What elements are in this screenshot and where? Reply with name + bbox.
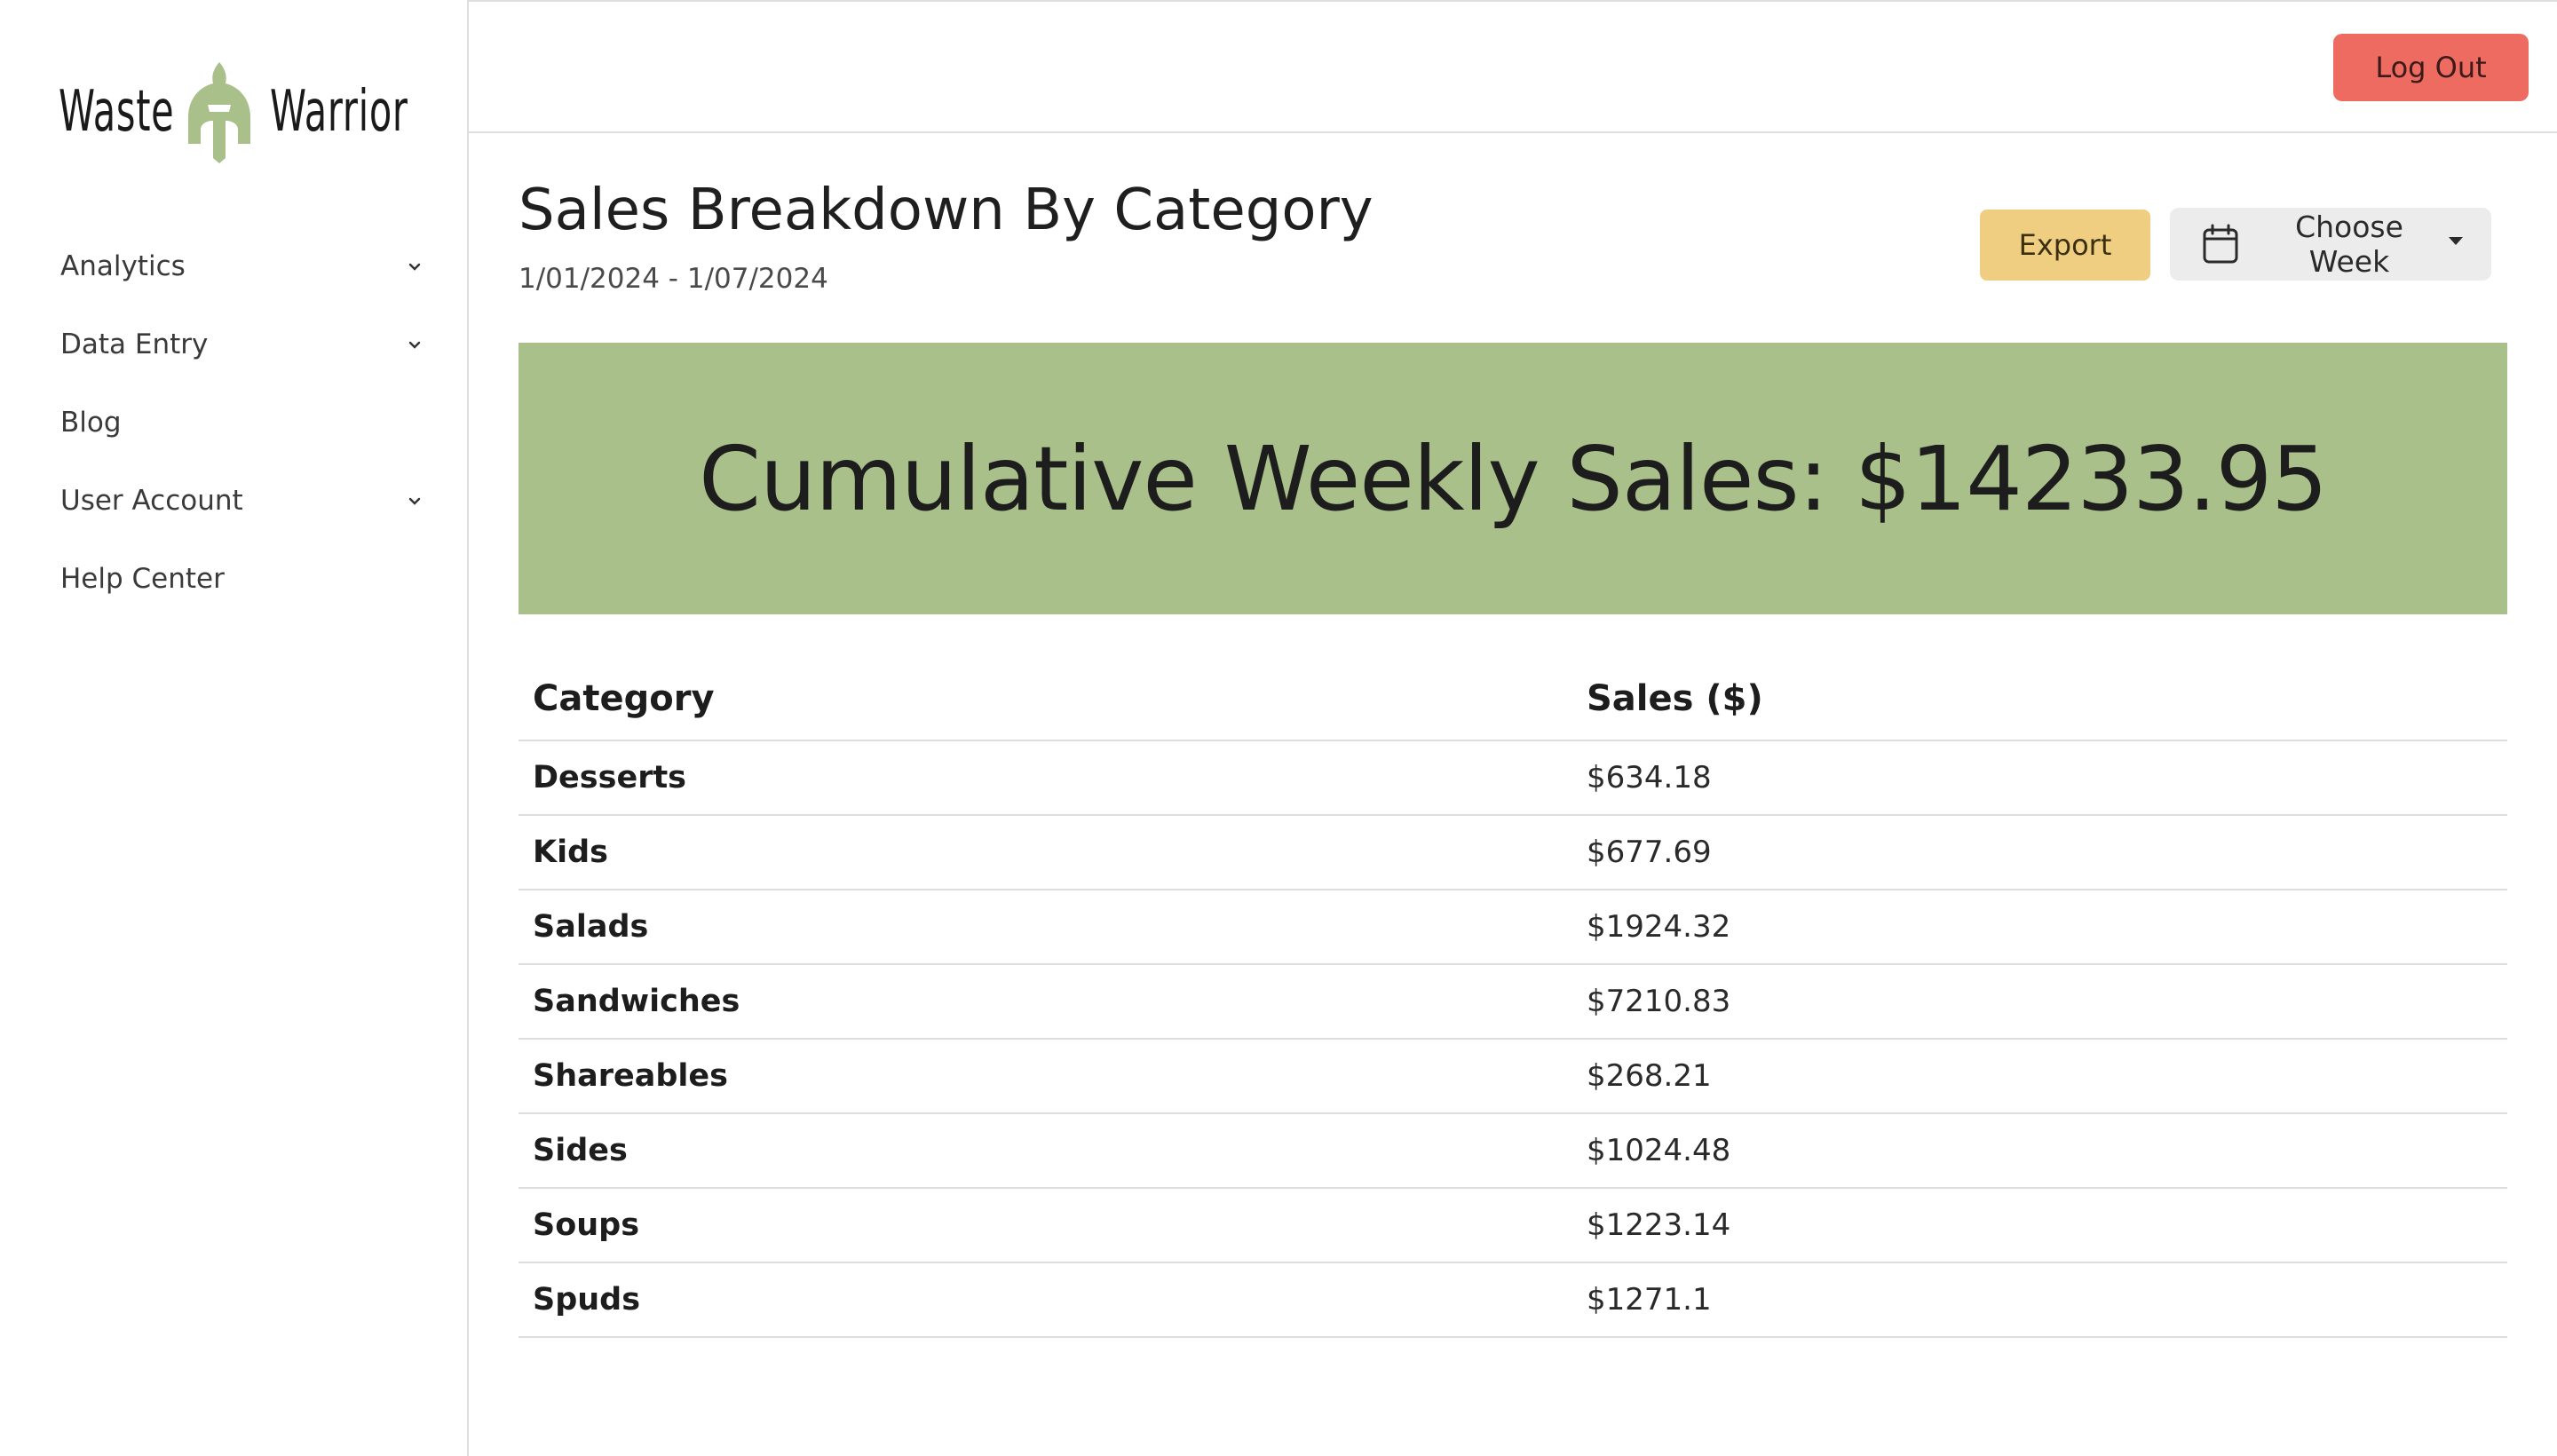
category-cell: Shareables [519, 1039, 1572, 1114]
table-row: Salads $1924.32 [519, 890, 2507, 965]
sales-cell: $268.21 [1572, 1039, 2507, 1114]
logout-button[interactable]: Log Out [2333, 34, 2529, 101]
table-row: Desserts $634.18 [519, 740, 2507, 816]
choose-week-dropdown[interactable]: Choose Week [2170, 208, 2491, 281]
date-range: 1/01/2024 - 1/07/2024 [519, 263, 828, 295]
sales-table: Category Sales ($) Desserts $634.18 Kids… [519, 657, 2507, 1338]
category-cell: Spuds [519, 1262, 1572, 1338]
brand-name-right: Warrior [270, 79, 408, 145]
sidebar-item-analytics[interactable]: Analytics [0, 227, 467, 305]
sidebar-item-data-entry[interactable]: Data Entry [0, 305, 467, 384]
chevron-down-icon [408, 263, 421, 271]
spartan-helmet-icon [188, 62, 250, 163]
category-cell: Salads [519, 890, 1572, 965]
cumulative-sales-text: Cumulative Weekly Sales: $14233.95 [699, 426, 2328, 531]
category-cell: Desserts [519, 740, 1572, 816]
sidebar-item-label: Blog [60, 407, 122, 439]
sidebar-item-label: User Account [60, 485, 243, 517]
category-cell: Sandwiches [519, 964, 1572, 1040]
sales-cell: $1271.1 [1572, 1262, 2507, 1338]
sidebar-item-help-center[interactable]: Help Center [0, 540, 467, 618]
column-header-sales: Sales ($) [1572, 657, 2507, 741]
page-title: Sales Breakdown By Category [519, 178, 1373, 243]
sales-cell: $7210.83 [1572, 964, 2507, 1040]
brand-logo[interactable]: Waste Warrior [59, 59, 419, 165]
table-row: Sides $1024.48 [519, 1113, 2507, 1189]
sales-cell: $677.69 [1572, 815, 2507, 890]
sales-cell: $1223.14 [1572, 1188, 2507, 1263]
column-header-category: Category [519, 657, 1572, 741]
table-row: Sandwiches $7210.83 [519, 964, 2507, 1040]
sales-cell: $634.18 [1572, 740, 2507, 816]
category-cell: Sides [519, 1113, 1572, 1189]
sidebar-item-blog[interactable]: Blog [0, 384, 467, 462]
brand-name-left: Waste [59, 79, 175, 145]
chevron-down-icon [408, 341, 421, 349]
caret-down-icon [2449, 236, 2463, 245]
cumulative-sales-banner: Cumulative Weekly Sales: $14233.95 [519, 343, 2507, 614]
table-row: Kids $677.69 [519, 815, 2507, 890]
chevron-down-icon [408, 497, 421, 505]
calendar-icon [2203, 224, 2238, 264]
table-row: Spuds $1271.1 [519, 1262, 2507, 1338]
category-cell: Soups [519, 1188, 1572, 1263]
table-row: Shareables $268.21 [519, 1039, 2507, 1114]
table-header-row: Category Sales ($) [519, 657, 2507, 741]
sidebar: Waste Warrior Analytics Data Entry Blog … [0, 0, 469, 1456]
sidebar-item-label: Analytics [60, 250, 186, 282]
sales-cell: $1024.48 [1572, 1113, 2507, 1189]
app-root: Waste Warrior Analytics Data Entry Blog … [0, 0, 2557, 1456]
sidebar-item-user-account[interactable]: User Account [0, 462, 467, 540]
top-bar: Log Out [469, 0, 2557, 133]
export-button[interactable]: Export [1980, 210, 2150, 281]
sidebar-item-label: Help Center [60, 563, 225, 595]
sales-cell: $1924.32 [1572, 890, 2507, 965]
category-cell: Kids [519, 815, 1572, 890]
sidebar-nav: Analytics Data Entry Blog User Account H… [0, 227, 467, 618]
choose-week-label: Choose Week [2295, 210, 2403, 279]
table-row: Soups $1223.14 [519, 1188, 2507, 1263]
sidebar-item-label: Data Entry [60, 328, 209, 360]
